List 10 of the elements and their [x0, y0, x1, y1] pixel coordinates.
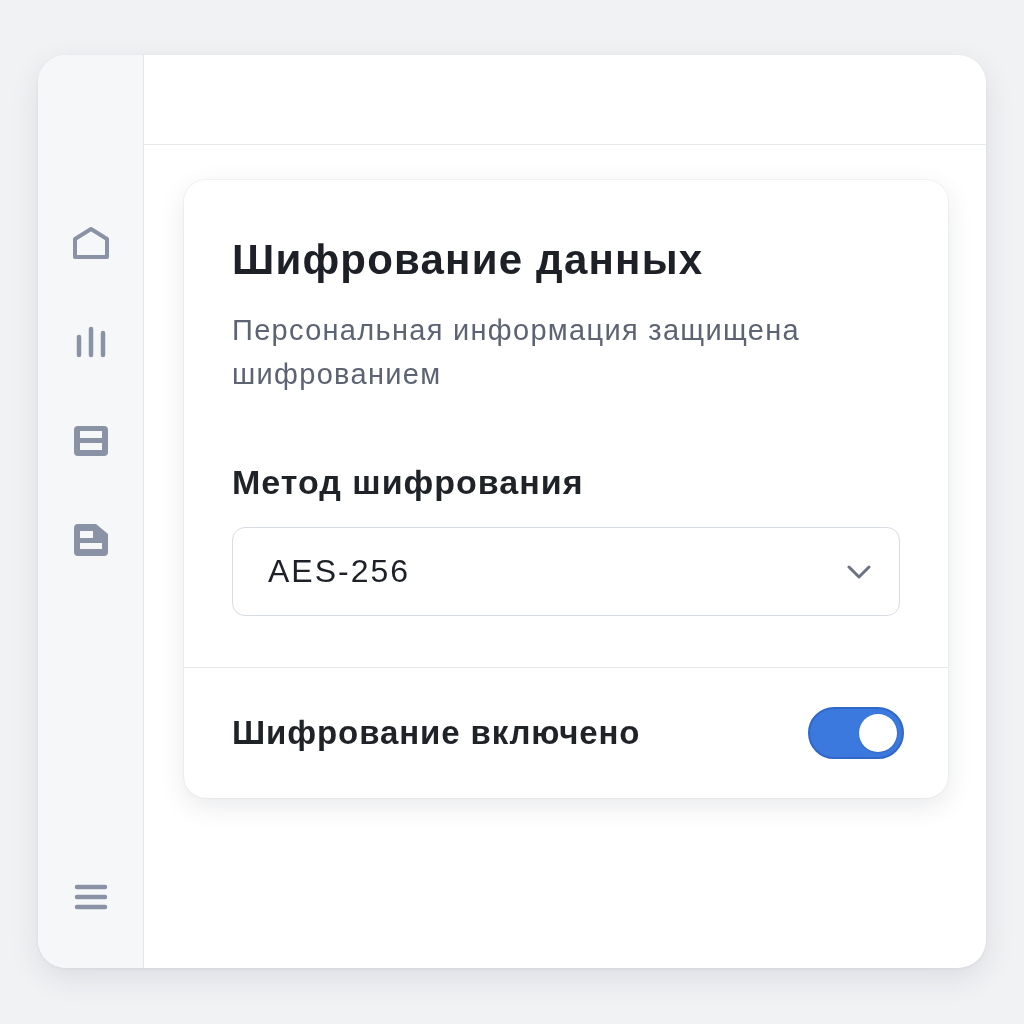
- toggle-switch[interactable]: [808, 707, 904, 759]
- method-select[interactable]: AES-256: [232, 527, 900, 616]
- home-icon[interactable]: [72, 226, 109, 260]
- card-description: Персональная информация защищена шифрованием: [232, 313, 801, 392]
- stacked-rows-icon[interactable]: [72, 424, 109, 458]
- toggle-label: Шифрование включено: [232, 714, 641, 752]
- chevron-down-icon: [847, 564, 871, 579]
- document-icon[interactable]: [72, 523, 109, 557]
- card-title: Шифрование данных: [232, 236, 704, 284]
- field-label: Метод шифрования: [232, 462, 584, 502]
